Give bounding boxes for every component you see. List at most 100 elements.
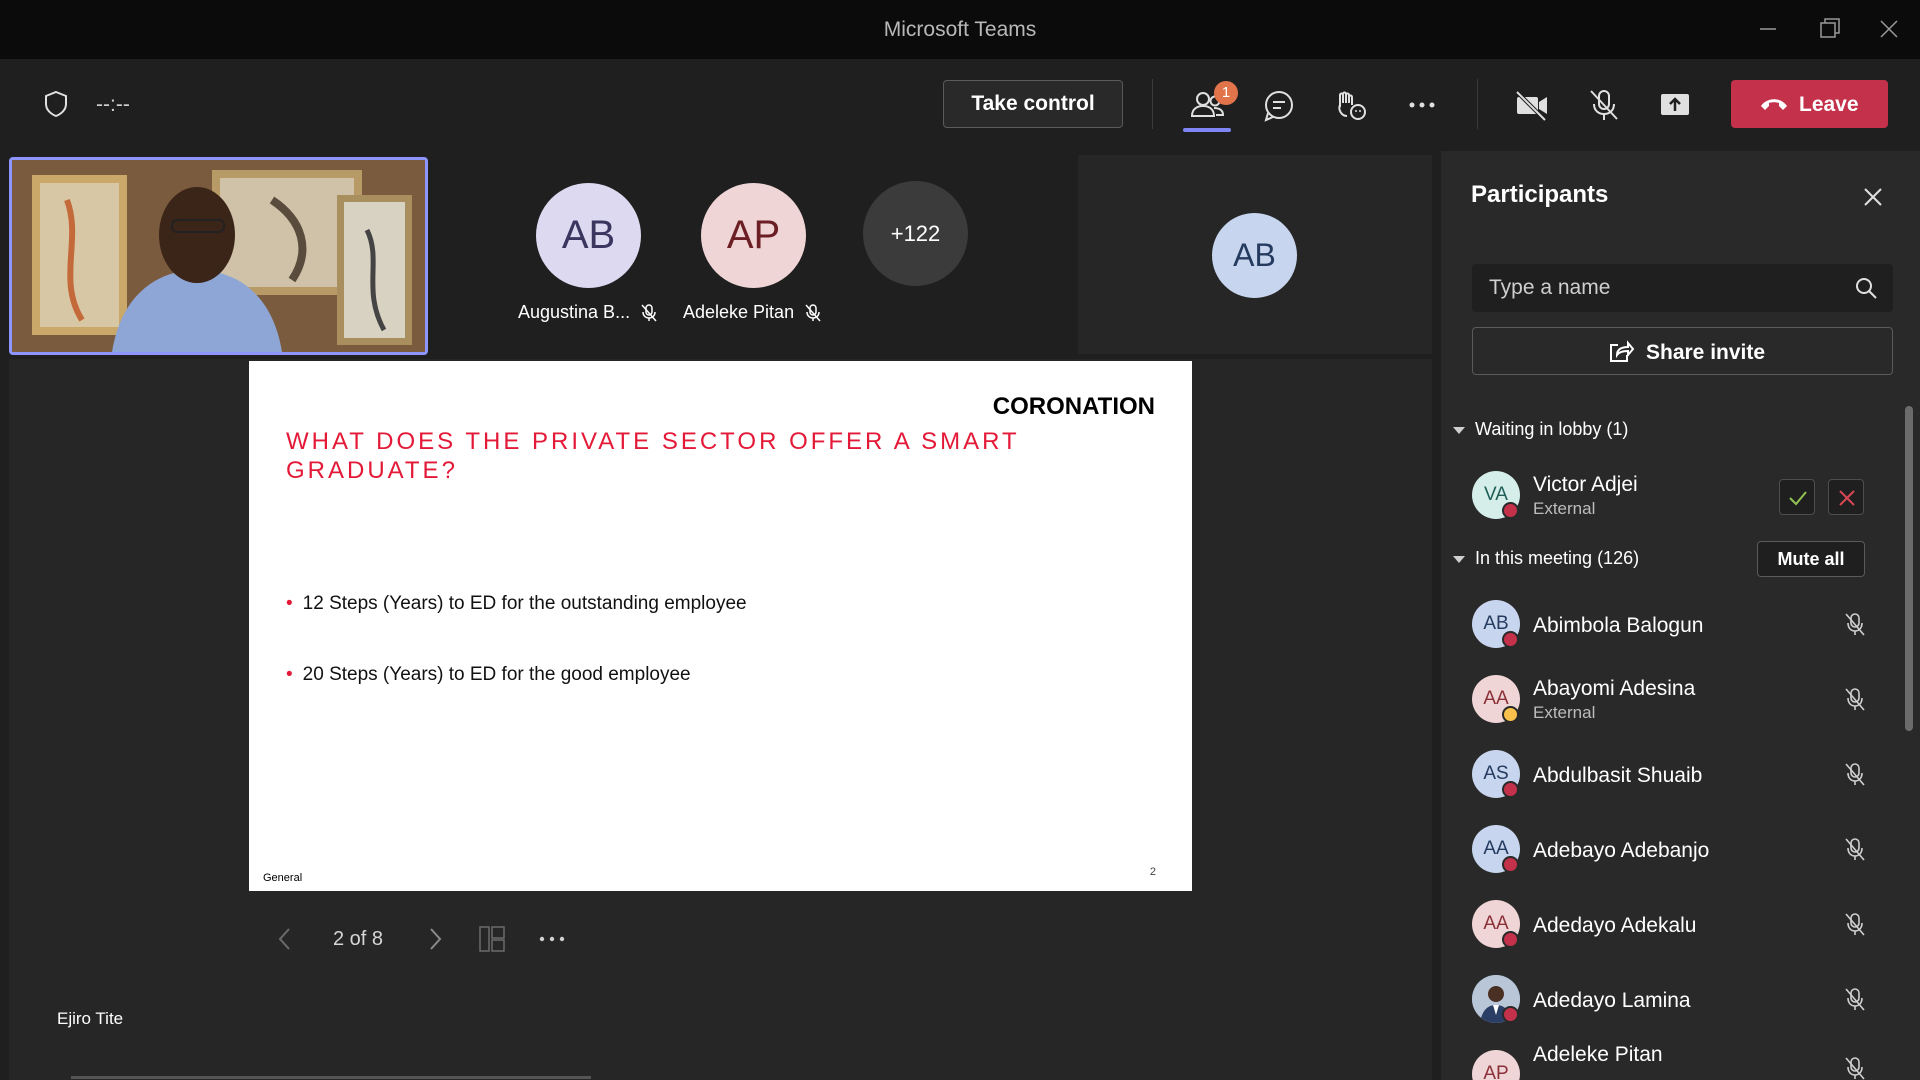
participant-row[interactable]: AS Abdulbasit Shuaib: [1441, 744, 1901, 808]
mic-off-icon[interactable]: [1841, 610, 1869, 638]
status-busy-icon: [1502, 856, 1519, 873]
meeting-toolbar: --:-- Take control 1 Leave: [0, 59, 1920, 151]
slide-navigation: 2 of 8: [265, 914, 585, 964]
tile-name: Adeleke Pitan: [683, 302, 795, 322]
slide-page-number: 2: [1149, 866, 1156, 878]
status-busy-icon: [1502, 931, 1519, 948]
avatar: AP: [1472, 1050, 1520, 1080]
participant-name: Adedayo Lamina: [1533, 989, 1691, 1012]
mic-off-icon[interactable]: [1841, 1054, 1869, 1080]
mic-off-icon[interactable]: [1841, 835, 1869, 863]
avatar[interactable]: AP: [701, 183, 806, 288]
status-busy-icon: [1502, 631, 1519, 648]
share-icon: [1610, 340, 1634, 362]
meeting-timer: --:--: [96, 93, 130, 116]
minimize-icon[interactable]: [1753, 14, 1783, 44]
participant-name: Abimbola Balogun: [1533, 614, 1704, 637]
participant-row[interactable]: AP Adeleke Pitan: [1441, 1043, 1901, 1080]
status-busy-icon: [1502, 781, 1519, 798]
mute-all-button[interactable]: Mute all: [1757, 541, 1865, 577]
participant-strip: AB Augustina B... AP Adeleke Pitan +122 …: [0, 151, 1432, 356]
more-options-icon[interactable]: [1400, 83, 1444, 127]
slide-brand: CORONATION: [992, 393, 1155, 420]
avatar: AB: [1212, 213, 1297, 298]
mic-off-icon: [802, 302, 824, 324]
slide-counter: 2 of 8: [333, 928, 384, 950]
next-slide-icon[interactable]: [425, 926, 445, 952]
slide-bullet: • 12 Steps (Years) to ED for the outstand…: [286, 593, 747, 614]
leave-button[interactable]: Leave: [1731, 80, 1888, 128]
search-icon[interactable]: [1854, 276, 1878, 300]
leave-label: Leave: [1799, 93, 1859, 116]
panel-title: Participants: [1471, 181, 1609, 208]
status-busy-icon: [1502, 1006, 1519, 1023]
meeting-section-header[interactable]: In this meeting (126): [1453, 548, 1639, 569]
share-invite-button[interactable]: Share invite: [1472, 327, 1893, 375]
mic-off-icon[interactable]: [1582, 83, 1626, 127]
close-icon: [1839, 490, 1855, 506]
take-control-button[interactable]: Take control: [943, 80, 1123, 128]
participant-name: Victor Adjei: [1533, 473, 1638, 496]
status-busy-icon: [1502, 502, 1519, 519]
participants-icon[interactable]: 1: [1186, 81, 1238, 127]
participant-name: Adeleke Pitan: [1533, 1043, 1663, 1066]
participant-search: [1472, 264, 1893, 312]
toolbar-divider: [1152, 79, 1153, 129]
horizontal-scrollbar[interactable]: [71, 1076, 591, 1079]
lobby-section-header[interactable]: Waiting in lobby (1): [1453, 419, 1628, 440]
avatar[interactable]: AB: [536, 183, 641, 288]
share-screen-icon[interactable]: [1653, 83, 1697, 127]
presentation-slide: CORONATION WHAT DOES THE PRIVATE SECTOR …: [249, 361, 1192, 891]
participant-name: Abayomi Adesina: [1533, 677, 1696, 700]
mic-off-icon[interactable]: [1841, 685, 1869, 713]
participant-name: Adebayo Adebanjo: [1533, 839, 1710, 862]
participants-panel: Participants Share invite Waiting in lob…: [1441, 151, 1920, 1080]
hang-up-icon: [1761, 99, 1787, 110]
tile-name: Augustina B...: [518, 302, 631, 322]
participant-row[interactable]: Adedayo Lamina: [1441, 969, 1901, 1033]
window-titlebar: Microsoft Teams: [0, 0, 1920, 59]
grid-view-icon[interactable]: [477, 924, 507, 954]
meeting-stage: AB Augustina B... AP Adeleke Pitan +122 …: [0, 151, 1432, 1080]
shield-icon[interactable]: [42, 89, 70, 119]
close-icon[interactable]: [1859, 183, 1887, 211]
window-title: Microsoft Teams: [883, 18, 1037, 41]
lobby-participant-row[interactable]: VA Victor Adjei External: [1441, 465, 1901, 529]
mic-off-icon[interactable]: [1841, 910, 1869, 938]
slide-bullet: • 20 Steps (Years) to ED for the good emp…: [286, 664, 691, 685]
status-away-icon: [1502, 706, 1519, 723]
participant-subtitle: External: [1533, 499, 1596, 518]
chat-icon[interactable]: [1257, 83, 1301, 127]
share-invite-label: Share invite: [1646, 341, 1766, 364]
mic-off-icon: [638, 302, 660, 324]
shared-content-area: CORONATION WHAT DOES THE PRIVATE SECTOR …: [9, 359, 1432, 1080]
participants-badge: 1: [1214, 81, 1238, 105]
restore-icon[interactable]: [1815, 14, 1845, 44]
deny-button[interactable]: [1828, 479, 1864, 515]
admit-button[interactable]: [1779, 479, 1815, 515]
reactions-icon[interactable]: [1328, 83, 1372, 127]
participant-row[interactable]: AA Adedayo Adekalu: [1441, 894, 1901, 958]
presenter-name: Ejiro Tite: [57, 1009, 124, 1028]
camera-off-icon[interactable]: [1510, 83, 1554, 127]
video-tile-presenter[interactable]: [9, 157, 428, 355]
slide-footer: General: [263, 872, 303, 884]
mic-off-icon[interactable]: [1841, 985, 1869, 1013]
participant-subtitle: External: [1533, 703, 1596, 722]
mic-off-icon[interactable]: [1841, 760, 1869, 788]
more-participants-button[interactable]: +122: [863, 181, 968, 286]
participant-row[interactable]: AB Abimbola Balogun: [1441, 594, 1901, 658]
presenter-video: [12, 160, 425, 352]
previous-slide-icon[interactable]: [275, 926, 295, 952]
participant-row[interactable]: AA Adebayo Adebanjo: [1441, 819, 1901, 883]
participant-name: Adedayo Adekalu: [1533, 914, 1697, 937]
vertical-scrollbar[interactable]: [1905, 406, 1913, 731]
participant-tile[interactable]: AB: [1078, 155, 1432, 354]
participant-row[interactable]: AA Abayomi Adesina External: [1441, 669, 1901, 733]
toolbar-divider: [1477, 79, 1478, 129]
participants-active-indicator: [1183, 128, 1231, 132]
more-options-icon[interactable]: [537, 928, 567, 950]
close-window-icon[interactable]: [1874, 14, 1904, 44]
slide-heading: WHAT DOES THE PRIVATE SECTOR OFFER A SMA…: [286, 428, 1020, 484]
search-input[interactable]: [1472, 264, 1842, 312]
